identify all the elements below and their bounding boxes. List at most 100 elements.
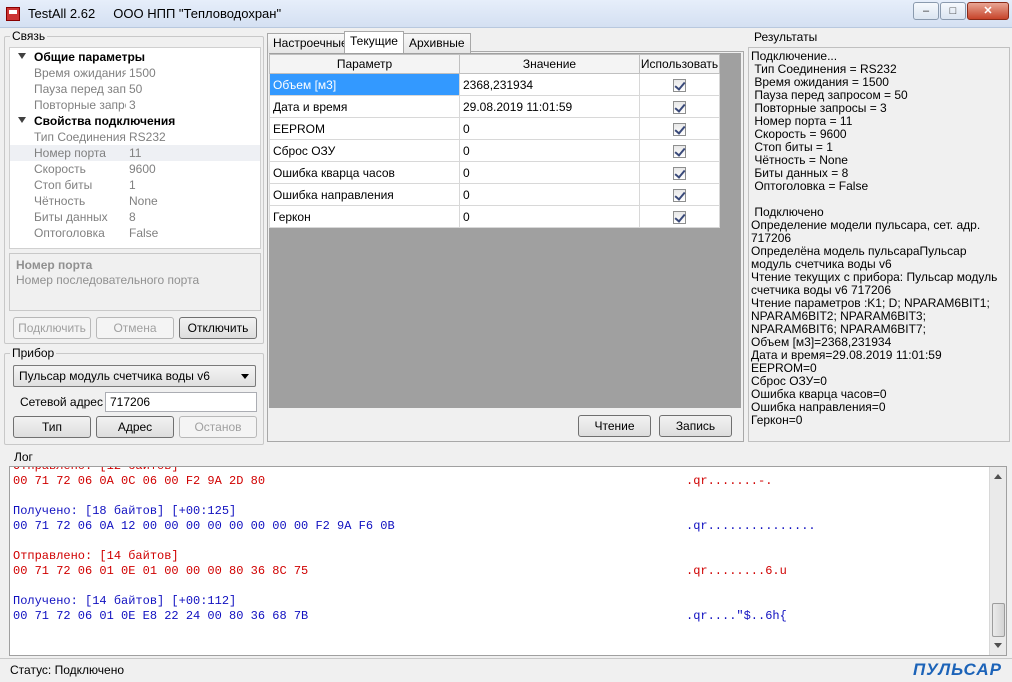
write-button[interactable]: Запись <box>659 415 732 437</box>
collapse-icon[interactable] <box>18 117 26 123</box>
close-button[interactable]: ✕ <box>967 2 1009 20</box>
property-name: Повторные запро <box>34 98 126 112</box>
property-value[interactable]: 11 <box>129 145 141 161</box>
property-value[interactable]: 50 <box>129 81 142 97</box>
use-checkbox[interactable] <box>673 144 686 158</box>
property-row[interactable]: Пауза перед запр 50 <box>10 81 260 97</box>
property-name: Чётность <box>34 194 86 208</box>
tab-archive[interactable]: Архивные <box>403 33 471 53</box>
property-row[interactable]: Биты данных 8 <box>10 209 260 225</box>
scroll-down-icon[interactable] <box>994 643 1002 648</box>
property-row[interactable]: Чётность None <box>10 193 260 209</box>
use-cell <box>639 205 720 228</box>
property-row[interactable]: Стоп биты 1 <box>10 177 260 193</box>
property-category[interactable]: Свойства подключения <box>10 113 260 129</box>
type-button[interactable]: Тип <box>13 416 91 438</box>
property-category[interactable]: Общие параметры <box>10 49 260 65</box>
property-value[interactable]: 9600 <box>129 161 156 177</box>
property-name: Скорость <box>34 162 86 176</box>
log-ascii: .qr...."$..6h{ <box>686 609 787 623</box>
use-checkbox[interactable] <box>673 100 686 114</box>
use-checkbox[interactable] <box>673 166 686 180</box>
tab-settings[interactable]: Настроечные <box>267 33 354 53</box>
table-row[interactable]: Объем [м3] 2368,231934 <box>269 73 720 96</box>
device-model-select[interactable]: Пульсар модуль счетчика воды v6 <box>13 365 256 387</box>
window-title: TestAll 2.62 ООО НПП "Тепловодохран" <box>28 6 282 21</box>
use-checkbox[interactable] <box>673 78 686 92</box>
property-name: Тип Соединения <box>34 130 126 144</box>
value-cell[interactable]: 0 <box>459 183 640 206</box>
property-name: Пауза перед запр <box>34 82 126 96</box>
pulsar-logo: ПУЛЬСАР <box>912 660 1002 679</box>
table-row[interactable]: Сброс ОЗУ 0 <box>269 139 720 162</box>
column-header-use[interactable]: Использовать <box>639 54 720 74</box>
property-value[interactable]: 8 <box>129 209 136 225</box>
param-cell[interactable]: Дата и время <box>269 95 460 118</box>
property-row[interactable]: Время ожидания 1500 <box>10 65 260 81</box>
address-label: Сетевой адрес <box>20 395 103 409</box>
property-value[interactable]: RS232 <box>129 129 166 145</box>
maximize-button[interactable]: □ <box>940 2 966 20</box>
log-area[interactable]: Отправлено: [12 байтов] 00 71 72 06 0A 0C… <box>9 466 1007 656</box>
property-row[interactable]: Тип Соединения RS232 <box>10 129 260 145</box>
param-cell[interactable]: Сброс ОЗУ <box>269 139 460 162</box>
category-label: Свойства подключения <box>34 114 176 128</box>
use-cell <box>639 117 720 140</box>
value-cell[interactable]: 0 <box>459 117 640 140</box>
property-help-panel: Номер порта Номер последовательного порт… <box>9 253 261 311</box>
connection-property-grid[interactable]: Общие параметры Время ожидания 1500 Пауза п… <box>9 47 261 249</box>
property-row[interactable]: Номер порта 11 <box>10 145 260 161</box>
scroll-thumb[interactable] <box>992 603 1005 637</box>
table-row[interactable]: Ошибка направления 0 <box>269 183 720 206</box>
property-value[interactable]: 1500 <box>129 65 156 81</box>
value-cell[interactable]: 0 <box>459 205 640 228</box>
status-text: Статус: Подключено <box>10 663 124 677</box>
log-ascii: .qr............... <box>686 519 816 533</box>
tab-current[interactable]: Текущие <box>344 31 404 53</box>
column-header-value[interactable]: Значение <box>459 54 640 74</box>
collapse-icon[interactable] <box>18 53 26 59</box>
stop-button[interactable]: Останов <box>179 416 257 438</box>
property-value[interactable]: 1 <box>129 177 136 193</box>
table-row[interactable]: Геркон 0 <box>269 205 720 228</box>
address-button[interactable]: Адрес <box>96 416 174 438</box>
value-cell[interactable]: 0 <box>459 161 640 184</box>
log-line: Отправлено: [12 байтов] <box>13 466 179 473</box>
property-value[interactable]: 3 <box>129 97 136 113</box>
property-row[interactable]: Скорость 9600 <box>10 161 260 177</box>
read-button[interactable]: Чтение <box>578 415 651 437</box>
param-cell[interactable]: Объем [м3] <box>269 73 460 96</box>
value-cell[interactable]: 0 <box>459 139 640 162</box>
table-row[interactable]: EEPROM 0 <box>269 117 720 140</box>
minimize-button[interactable]: – <box>913 2 939 20</box>
property-value[interactable]: None <box>129 193 158 209</box>
value-cell[interactable]: 2368,231934 <box>459 73 640 96</box>
property-row[interactable]: Повторные запро 3 <box>10 97 260 113</box>
property-value[interactable]: False <box>129 225 158 241</box>
table-row[interactable]: Дата и время 29.08.2019 11:01:59 <box>269 95 720 118</box>
connection-group-label: Связь <box>10 29 48 43</box>
property-name: Биты данных <box>34 210 108 224</box>
column-header-param[interactable]: Параметр <box>269 54 460 74</box>
use-checkbox[interactable] <box>673 188 686 202</box>
connect-button[interactable]: Подключить <box>13 317 91 339</box>
results-label: Результаты <box>752 30 820 44</box>
results-text[interactable]: Подключение... Тип Соединения = RS232 Вр… <box>748 47 1010 442</box>
param-cell[interactable]: Ошибка кварца часов <box>269 161 460 184</box>
address-input[interactable]: 717206 <box>105 392 257 412</box>
use-checkbox[interactable] <box>673 122 686 136</box>
cancel-button[interactable]: Отмена <box>96 317 174 339</box>
use-checkbox[interactable] <box>673 210 686 224</box>
param-cell[interactable]: Ошибка направления <box>269 183 460 206</box>
param-cell[interactable]: EEPROM <box>269 117 460 140</box>
value-cell[interactable]: 29.08.2019 11:01:59 <box>459 95 640 118</box>
log-scrollbar[interactable] <box>989 467 1006 655</box>
param-cell[interactable]: Геркон <box>269 205 460 228</box>
table-row[interactable]: Ошибка кварца часов 0 <box>269 161 720 184</box>
property-row[interactable]: Оптоголовка False <box>10 225 260 241</box>
scroll-up-icon[interactable] <box>994 474 1002 479</box>
disconnect-button[interactable]: Отключить <box>179 317 257 339</box>
help-text: Номер последовательного порта <box>16 273 200 287</box>
log-ascii: .qr.......-. <box>686 474 773 488</box>
params-table[interactable]: Параметр Значение Использовать Объем [м3… <box>269 54 720 228</box>
